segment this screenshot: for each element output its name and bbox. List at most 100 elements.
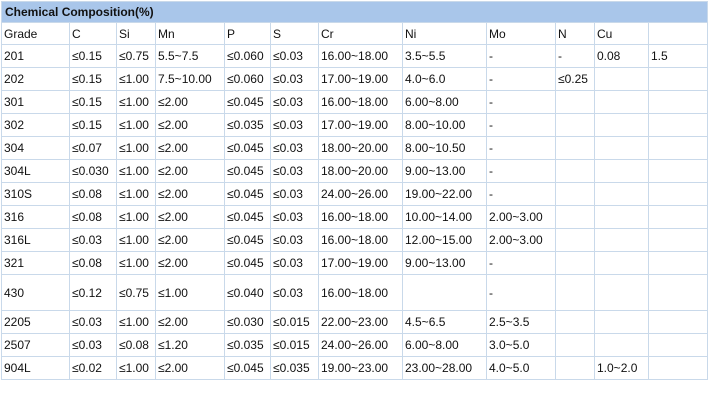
- column-header-c: C: [69, 22, 117, 45]
- cell-n: [555, 356, 595, 380]
- cell-cr: 16.00~18.00: [318, 205, 403, 229]
- table-row: 904L ≤0.02 ≤1.00 ≤2.00 ≤0.045 ≤0.035 19.00~23.…: [1, 356, 708, 380]
- cell-grade: 430: [1, 274, 70, 311]
- table-header-row: Grade C Si Mn P S Cr Ni Mo N Cu: [1, 22, 708, 45]
- column-header-ni: Ni: [402, 22, 487, 45]
- cell-extra: [647, 356, 708, 380]
- cell-ni: 19.00~22.00: [402, 182, 487, 206]
- cell-cu: [594, 159, 649, 183]
- cell-grade: 321: [1, 251, 70, 275]
- cell-cr: 17.00~19.00: [318, 251, 403, 275]
- cell-p: ≤0.060: [224, 67, 271, 91]
- cell-c: ≤0.03: [69, 228, 117, 252]
- cell-c: ≤0.03: [69, 333, 117, 357]
- cell-cu: [594, 136, 649, 160]
- cell-cu: [594, 310, 649, 334]
- cell-s: ≤0.03: [270, 90, 319, 114]
- cell-si: ≤0.08: [116, 333, 156, 357]
- cell-s: ≤0.03: [270, 205, 319, 229]
- cell-grade: 202: [1, 67, 70, 91]
- cell-mn: ≤2.00: [155, 113, 225, 137]
- cell-cu: 1.0~2.0: [594, 356, 649, 380]
- cell-mo: -: [486, 159, 556, 183]
- column-header-n: N: [555, 22, 595, 45]
- cell-si: ≤1.00: [116, 136, 156, 160]
- cell-mo: -: [486, 44, 556, 68]
- cell-p: ≤0.060: [224, 44, 271, 68]
- cell-grade: 302: [1, 113, 70, 137]
- cell-si: ≤1.00: [116, 205, 156, 229]
- cell-si: ≤1.00: [116, 251, 156, 275]
- cell-mo: -: [486, 90, 556, 114]
- cell-n: [555, 90, 595, 114]
- table-row: 201 ≤0.15 ≤0.75 5.5~7.5 ≤0.060 ≤0.03 16.00~18.…: [1, 44, 708, 68]
- cell-s: ≤0.035: [270, 356, 319, 380]
- cell-ni: 9.00~13.00: [402, 159, 487, 183]
- cell-s: ≤0.03: [270, 67, 319, 91]
- cell-cr: 16.00~18.00: [318, 274, 403, 311]
- cell-si: ≤0.75: [116, 274, 156, 311]
- cell-s: ≤0.03: [270, 228, 319, 252]
- column-header-extra: [647, 22, 708, 45]
- cell-ni: 9.00~13.00: [402, 251, 487, 275]
- cell-p: ≤0.045: [224, 90, 271, 114]
- cell-mn: ≤2.00: [155, 136, 225, 160]
- table-row: 304L ≤0.030 ≤1.00 ≤2.00 ≤0.045 ≤0.03 18.00~20.…: [1, 159, 708, 183]
- cell-s: ≤0.03: [270, 159, 319, 183]
- cell-cu: 0.08: [594, 44, 649, 68]
- chemical-composition-table: Chemical Composition(%) Grade C Si Mn P S Cr Ni…: [0, 1, 708, 380]
- cell-c: ≤0.03: [69, 310, 117, 334]
- cell-si: ≤0.75: [116, 44, 156, 68]
- cell-cr: 16.00~18.00: [318, 44, 403, 68]
- table-row: 316 ≤0.08 ≤1.00 ≤2.00 ≤0.045 ≤0.03 16.00~18.00…: [1, 205, 708, 229]
- cell-p: ≤0.045: [224, 251, 271, 275]
- cell-mn: ≤2.00: [155, 356, 225, 380]
- cell-n: [555, 205, 595, 229]
- cell-ni: 12.00~15.00: [402, 228, 487, 252]
- cell-mo: -: [486, 251, 556, 275]
- cell-mn: ≤2.00: [155, 159, 225, 183]
- cell-mo: -: [486, 67, 556, 91]
- cell-s: ≤0.015: [270, 333, 319, 357]
- cell-mo: 2.00~3.00: [486, 205, 556, 229]
- table-row: 301 ≤0.15 ≤1.00 ≤2.00 ≤0.045 ≤0.03 16.00~18.00…: [1, 90, 708, 114]
- cell-grade: 304: [1, 136, 70, 160]
- table-row: 430 ≤0.12 ≤0.75 ≤1.00 ≤0.040 ≤0.03 16.00~18.00…: [1, 274, 708, 311]
- cell-c: ≤0.12: [69, 274, 117, 311]
- column-header-p: P: [224, 22, 271, 45]
- cell-c: ≤0.15: [69, 113, 117, 137]
- cell-cu: [594, 113, 649, 137]
- cell-c: ≤0.02: [69, 356, 117, 380]
- table-row: 321 ≤0.08 ≤1.00 ≤2.00 ≤0.045 ≤0.03 17.00~19.00…: [1, 251, 708, 275]
- cell-grade: 301: [1, 90, 70, 114]
- cell-p: ≤0.045: [224, 205, 271, 229]
- cell-si: ≤1.00: [116, 90, 156, 114]
- cell-cu: [594, 274, 649, 311]
- cell-s: ≤0.015: [270, 310, 319, 334]
- cell-si: ≤1.00: [116, 310, 156, 334]
- cell-cr: 17.00~19.00: [318, 67, 403, 91]
- cell-mn: ≤2.00: [155, 310, 225, 334]
- column-header-cu: Cu: [594, 22, 649, 45]
- cell-ni: 8.00~10.50: [402, 136, 487, 160]
- cell-mn: ≤2.00: [155, 251, 225, 275]
- cell-extra: [647, 251, 708, 275]
- column-header-mn: Mn: [155, 22, 225, 45]
- cell-mn: 5.5~7.5: [155, 44, 225, 68]
- cell-extra: [647, 333, 708, 357]
- table-row: 304 ≤0.07 ≤1.00 ≤2.00 ≤0.045 ≤0.03 18.00~20.00…: [1, 136, 708, 160]
- cell-cu: [594, 205, 649, 229]
- table-row: 2507 ≤0.03 ≤0.08 ≤1.20 ≤0.035 ≤0.015 24.00~26.…: [1, 333, 708, 357]
- cell-extra: [647, 205, 708, 229]
- cell-mn: ≤2.00: [155, 205, 225, 229]
- cell-mn: ≤2.00: [155, 228, 225, 252]
- cell-grade: 316L: [1, 228, 70, 252]
- cell-mn: 7.5~10.00: [155, 67, 225, 91]
- cell-extra: [647, 136, 708, 160]
- cell-p: ≤0.045: [224, 136, 271, 160]
- cell-mo: 4.0~5.0: [486, 356, 556, 380]
- cell-c: ≤0.07: [69, 136, 117, 160]
- cell-cu: [594, 67, 649, 91]
- table-title-row: Chemical Composition(%): [0, 1, 708, 23]
- cell-n: [555, 136, 595, 160]
